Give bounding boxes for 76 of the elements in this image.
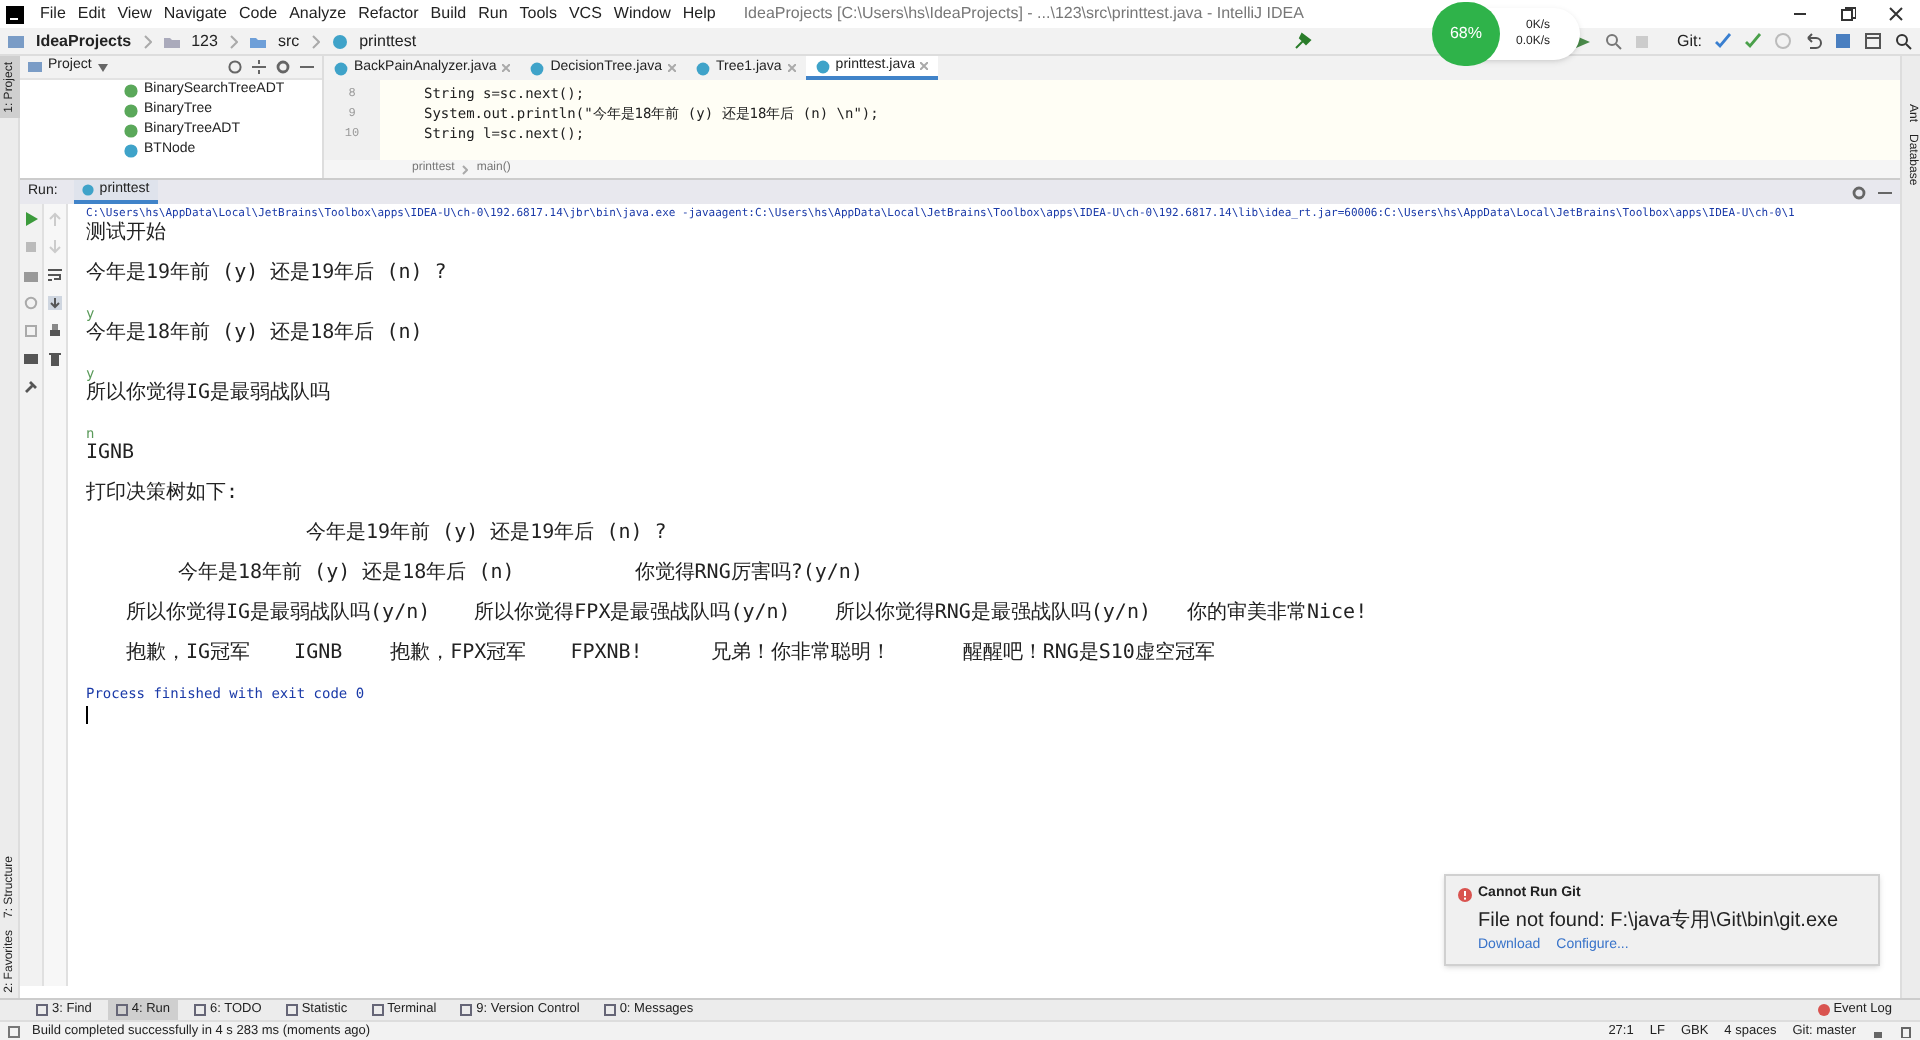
menu-item[interactable]: VCS [568,2,602,26]
class-icon [124,143,138,157]
console-output-text: 今年是18年前 (y) 还是18年后 (n) [178,564,515,584]
chevron-icon [229,33,238,49]
tool-icon [194,1004,207,1016]
java-file-icon [334,61,348,75]
menu-item[interactable]: Run [478,2,508,26]
console-output-line: 打印决策树如下: [86,484,241,504]
revert-icon[interactable] [1804,32,1822,50]
breadcrumb-item[interactable]: src [277,29,300,53]
collapse-icon[interactable] [252,60,266,74]
menu-item[interactable]: Edit [77,2,106,26]
breadcrumb-item[interactable]: printtest [359,29,417,53]
menu-item[interactable]: Window [613,2,671,26]
menu-item[interactable]: Build [430,2,467,26]
menu-item[interactable]: Code [238,2,278,26]
console-output-text: 醒醒吧！RNG是S10虚空冠军 [962,644,1215,664]
console-output-text: 所以你觉得RNG是最强战队吗(y/n) [834,604,1151,624]
status-square-icon[interactable] [8,1025,20,1037]
breadcrumb-item[interactable]: 123 [191,29,218,53]
console-output-text: IGNB [294,644,343,664]
menu-item[interactable]: File [40,2,66,26]
console-output-text: 今年是19年前 (y) 还是19年后 (n) ? [306,524,667,544]
notification-message: File not found: F:\java专用\Git\bin\git.exe [1476,909,1841,931]
text-cursor [86,706,88,724]
caret-icon[interactable] [97,63,108,71]
console-output-line: 测试开始 [86,224,168,244]
console-output-text: 兄弟！你非常聪明！ [710,644,891,664]
tool-icon [285,1004,298,1016]
error-icon [1817,1004,1830,1016]
console-output-line: 所以你觉得IG是最弱战队吗 [86,384,333,404]
search-icon[interactable] [1894,32,1912,50]
console-output-text: 你的审美非常Nice! [1187,604,1368,624]
menu-item[interactable]: Analyze [289,2,347,26]
menu-item[interactable]: Tools [519,2,557,26]
java-file-icon [695,61,710,75]
window-title: IdeaProjects [C:\Users\hs\IdeaProjects] - ...\123\src\printtest.java - IntelliJ IDEA [743,2,1304,26]
chevron-icon [311,33,320,49]
scroll-end-icon[interactable] [48,296,62,310]
console-output-text: FPXNB! [570,644,643,664]
class-icon [81,184,94,196]
menu-item[interactable]: Refactor [358,2,419,26]
console-output-text: 抱歉，FPX冠军 [390,644,527,664]
tool-icon [371,1004,384,1016]
wrap-icon[interactable] [48,268,62,282]
java-file-icon [815,59,830,73]
console-output-line: IGNB [86,444,137,464]
java-file-icon [530,61,545,75]
menu-item[interactable]: Help [682,2,716,26]
breadcrumb-item[interactable]: IdeaProjects [36,29,132,53]
menu-item[interactable]: Navigate [163,2,227,26]
console-output-line: 今年是19年前 (y) 还是19年后 (n) ? [86,264,449,284]
hammer-icon[interactable] [1293,32,1312,50]
console-output-text: 所以你觉得IG是最弱战队吗(y/n) [126,604,431,624]
restore-icon[interactable] [1840,6,1856,22]
run-icon[interactable] [24,212,38,226]
console-output-text: 抱歉，IG冠军 [126,644,251,664]
class-icon [331,33,348,49]
console-output-line: 今年是18年前 (y) 还是18年后 (n) [86,324,425,344]
tool-icon [36,1004,48,1016]
menu-item[interactable]: View [117,2,152,26]
tool-icon [603,1004,616,1016]
print-icon[interactable] [48,324,62,338]
git-label: Git: [1677,29,1702,53]
update-icon[interactable] [1714,32,1732,50]
console-output-text: 所以你觉得FPX是最强战队吗(y/n) [474,604,791,624]
chevron-icon [143,33,152,49]
pin-icon[interactable] [24,380,38,394]
console-output-text: 你觉得RNG厉害吗?(y/n) [634,564,863,584]
tool-icon [115,1004,128,1016]
error-icon [1458,887,1472,902]
tool-icon [460,1004,473,1016]
close-icon[interactable] [1888,6,1904,22]
chevron-icon [462,163,469,175]
commit-icon[interactable] [1744,32,1762,50]
app-logo-icon [6,5,24,23]
